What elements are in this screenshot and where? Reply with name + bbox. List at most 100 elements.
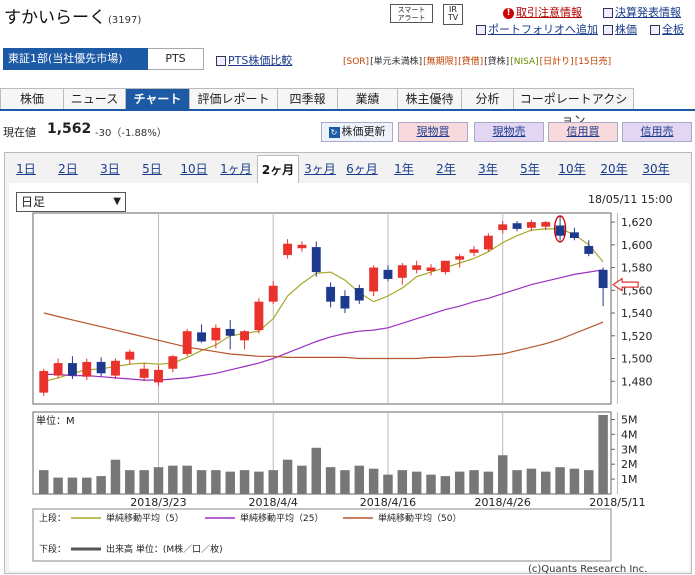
candle-body <box>383 269 393 279</box>
x-tick-label: 2018/5/11 <box>589 496 645 509</box>
legend-volume-label: 出来高 単位：(M株／口／枚) <box>106 543 223 555</box>
candle-body <box>541 222 551 227</box>
volume-tick-label: 2M <box>621 458 638 471</box>
candle-body <box>340 295 350 309</box>
candle-body <box>412 265 422 270</box>
candle-body <box>598 269 608 289</box>
candle-body <box>297 244 307 249</box>
volume-bar <box>225 471 235 494</box>
price-tick-label: 1,520 <box>621 330 653 343</box>
candle-body <box>369 267 379 292</box>
price-tick-label: 1,580 <box>621 262 653 275</box>
legend-ma50-label: 単純移動平均（50） <box>378 512 461 524</box>
volume-bar <box>383 474 393 494</box>
volume-bar <box>555 467 565 494</box>
volume-tick-label: 5M <box>621 413 638 426</box>
candle-body <box>96 361 106 374</box>
x-tick-label: 2018/4/4 <box>249 496 298 509</box>
volume-tick-label: 1M <box>621 473 638 486</box>
volume-bar <box>541 471 551 494</box>
volume-bar <box>340 470 350 494</box>
volume-bar <box>96 476 106 494</box>
volume-bar <box>512 470 522 494</box>
volume-bar <box>67 477 78 494</box>
price-tick-label: 1,620 <box>621 216 653 229</box>
candle-body <box>254 301 264 331</box>
candle-body <box>526 222 536 228</box>
candle-body <box>182 331 192 354</box>
candle-body <box>311 247 321 273</box>
volume-bar <box>82 477 92 494</box>
volume-bar <box>469 470 479 494</box>
candle-body <box>154 369 163 383</box>
volume-bar <box>211 470 221 494</box>
volume-bar <box>110 459 121 494</box>
x-tick-label: 2018/4/26 <box>475 496 531 509</box>
candle-body <box>82 361 92 377</box>
candle-body <box>440 260 450 273</box>
candle-body <box>240 331 249 341</box>
candle-body <box>397 265 407 278</box>
volume-bar <box>53 477 63 494</box>
candle-body <box>555 225 565 236</box>
candle-body <box>483 235 493 250</box>
volume-bar <box>368 468 379 494</box>
volume-bar <box>411 471 422 494</box>
volume-bar <box>584 470 594 494</box>
candle-body <box>139 368 149 378</box>
candle-body <box>426 267 436 271</box>
price-tick-label: 1,500 <box>621 353 653 366</box>
volume-bar <box>282 459 293 494</box>
volume-tick-label: 3M <box>621 443 638 456</box>
credit-text: (c)Quants Research Inc. <box>528 564 647 575</box>
volume-bar <box>153 467 164 494</box>
legend-upper-label: 上段： <box>39 512 66 524</box>
candle-body <box>39 371 49 393</box>
candle-body <box>53 363 63 376</box>
legend-lower-label: 下段： <box>39 543 66 555</box>
candle-body <box>512 223 522 229</box>
volume-bar <box>483 471 494 494</box>
candle-body <box>211 327 221 341</box>
legend-ma25-label: 単純移動平均（25） <box>240 512 323 524</box>
candle-body <box>125 351 135 360</box>
legend-ma5-label: 単純移動平均（5） <box>106 512 184 524</box>
candle-body <box>268 285 278 302</box>
volume-bar <box>182 465 192 494</box>
volume-bar <box>254 471 264 494</box>
volume-bar <box>311 447 321 494</box>
volume-bar <box>297 465 307 494</box>
volume-bar <box>526 468 537 494</box>
candle-body <box>111 360 120 376</box>
volume-bar <box>125 470 135 494</box>
volume-bar <box>440 476 451 494</box>
candle-body <box>168 356 178 369</box>
volume-bar <box>268 470 278 494</box>
volume-unit-label: 単位：M <box>36 414 75 427</box>
candle-body <box>283 243 293 256</box>
volume-bar <box>397 470 408 494</box>
volume-bar <box>196 470 207 494</box>
volume-bar <box>39 470 49 494</box>
candle-body <box>469 249 479 253</box>
volume-tick-label: 4M <box>621 428 638 441</box>
volume-bar <box>569 468 580 494</box>
candle-body <box>584 245 594 254</box>
candle-body <box>498 224 508 231</box>
candle-body <box>326 286 336 302</box>
price-tick-label: 1,480 <box>621 375 653 388</box>
x-tick-label: 2018/3/23 <box>130 496 186 509</box>
volume-bar <box>325 467 336 494</box>
volume-bar <box>598 414 608 494</box>
candle-body <box>455 256 465 260</box>
price-tick-label: 1,540 <box>621 307 653 320</box>
volume-bar <box>239 470 250 494</box>
candle-body <box>354 288 364 301</box>
candle-body <box>225 328 235 336</box>
volume-bar <box>354 465 365 494</box>
candle-body <box>197 332 206 342</box>
volume-bar <box>426 474 436 494</box>
volume-bar <box>454 471 465 494</box>
volume-bar <box>497 455 508 494</box>
candle-body <box>67 363 77 376</box>
